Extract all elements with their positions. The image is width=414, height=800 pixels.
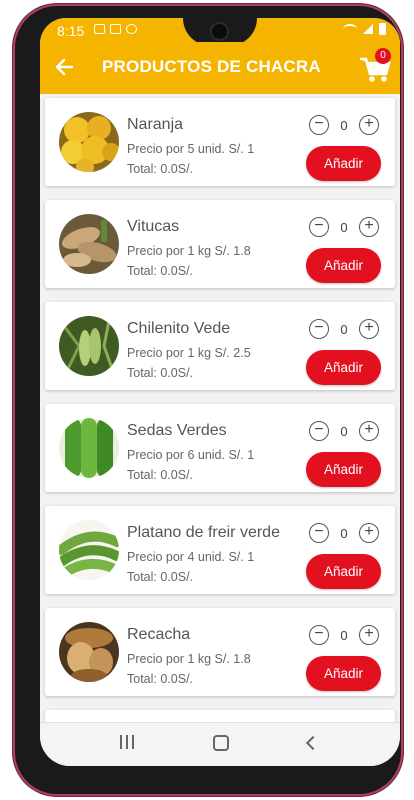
- phone-frame: 8:15 PRODUCTOS DE CHACRA 0 Naranja Preci…: [13, 4, 403, 796]
- system-nav-bar: [40, 722, 400, 766]
- product-price: Precio por 4 unid. S/. 1: [127, 550, 255, 564]
- product-image-zucchini: [59, 418, 119, 478]
- add-to-cart-button[interactable]: Añadir: [306, 554, 381, 589]
- screen-icon: [110, 24, 121, 34]
- product-total: Total: 0.0S/.: [127, 672, 194, 686]
- increase-quantity-button[interactable]: +: [359, 217, 379, 237]
- system-back-icon[interactable]: [305, 735, 321, 751]
- quantity-value: 0: [340, 526, 348, 541]
- product-image-pods: [59, 316, 119, 376]
- recents-icon[interactable]: [120, 735, 138, 751]
- add-to-cart-button[interactable]: Añadir: [306, 656, 381, 691]
- product-card: Recacha Precio por 1 kg S/. 1.8 Total: 0…: [45, 608, 395, 696]
- product-price: Precio por 5 unid. S/. 1: [127, 142, 255, 156]
- decrease-quantity-button[interactable]: −: [309, 217, 329, 237]
- status-time: 8:15: [57, 23, 85, 39]
- add-to-cart-button[interactable]: Añadir: [306, 248, 381, 283]
- increase-quantity-button[interactable]: +: [359, 523, 379, 543]
- product-name: Sedas Verdes: [127, 422, 227, 439]
- signal-icon: [363, 24, 373, 34]
- product-card: Naranja Precio por 5 unid. S/. 1 Total: …: [45, 98, 395, 186]
- product-total: Total: 0.0S/.: [127, 162, 194, 176]
- product-total: Total: 0.0S/.: [127, 264, 194, 278]
- app-bar: PRODUCTOS DE CHACRA 0: [40, 42, 400, 94]
- quantity-value: 0: [340, 424, 348, 439]
- decrease-quantity-button[interactable]: −: [309, 115, 329, 135]
- decrease-quantity-button[interactable]: −: [309, 421, 329, 441]
- product-total: Total: 0.0S/.: [127, 366, 194, 380]
- picture-icon: [94, 24, 105, 34]
- product-name: Naranja: [127, 116, 184, 133]
- quantity-stepper: − 0 +: [309, 319, 379, 341]
- product-image-roots: [59, 214, 119, 274]
- front-camera: [212, 24, 227, 39]
- decrease-quantity-button[interactable]: −: [309, 523, 329, 543]
- add-to-cart-button[interactable]: Añadir: [306, 452, 381, 487]
- product-price: Precio por 1 kg S/. 1.8: [127, 244, 251, 258]
- decrease-quantity-button[interactable]: −: [309, 319, 329, 339]
- increase-quantity-button[interactable]: +: [359, 625, 379, 645]
- quantity-stepper: − 0 +: [309, 523, 379, 545]
- product-name: Recacha: [127, 626, 191, 643]
- product-image-orange: [59, 112, 119, 172]
- add-to-cart-button[interactable]: Añadir: [306, 146, 381, 181]
- product-name: Platano de freir verde: [127, 524, 280, 541]
- product-card: Chilenito Vede Precio por 1 kg S/. 2.5 T…: [45, 302, 395, 390]
- product-price: Precio por 1 kg S/. 2.5: [127, 346, 251, 360]
- product-name: Vitucas: [127, 218, 180, 235]
- quantity-stepper: − 0 +: [309, 115, 379, 137]
- product-total: Total: 0.0S/.: [127, 468, 194, 482]
- wifi-icon: [343, 24, 357, 34]
- app-screen: 8:15 PRODUCTOS DE CHACRA 0 Naranja Preci…: [40, 18, 400, 766]
- quantity-stepper: − 0 +: [309, 217, 379, 239]
- product-price: Precio por 1 kg S/. 1.8: [127, 652, 251, 666]
- product-price: Precio por 6 unid. S/. 1: [127, 448, 255, 462]
- facebook-icon: [126, 24, 137, 34]
- decrease-quantity-button[interactable]: −: [309, 625, 329, 645]
- product-card: Sedas Verdes Precio por 6 unid. S/. 1 To…: [45, 404, 395, 492]
- add-to-cart-button[interactable]: Añadir: [306, 350, 381, 385]
- product-image-tuber: [59, 622, 119, 682]
- page-title: PRODUCTOS DE CHACRA: [102, 57, 321, 76]
- quantity-stepper: − 0 +: [309, 625, 379, 647]
- product-name: Chilenito Vede: [127, 320, 231, 337]
- increase-quantity-button[interactable]: +: [359, 421, 379, 441]
- quantity-value: 0: [340, 118, 348, 133]
- product-total: Total: 0.0S/.: [127, 570, 194, 584]
- status-right-icons: [343, 23, 386, 35]
- battery-icon: [379, 23, 386, 35]
- increase-quantity-button[interactable]: +: [359, 115, 379, 135]
- back-arrow-icon[interactable]: [52, 54, 78, 80]
- increase-quantity-button[interactable]: +: [359, 319, 379, 339]
- quantity-value: 0: [340, 628, 348, 643]
- product-card: Platano de freir verde Precio por 4 unid…: [45, 506, 395, 594]
- quantity-value: 0: [340, 322, 348, 337]
- quantity-value: 0: [340, 220, 348, 235]
- product-card: Vitucas Precio por 1 kg S/. 1.8 Total: 0…: [45, 200, 395, 288]
- cart-count-badge: 0: [375, 48, 391, 64]
- home-icon[interactable]: [213, 735, 229, 751]
- quantity-stepper: − 0 +: [309, 421, 379, 443]
- status-icons: [94, 24, 137, 34]
- product-image-plantain: [59, 520, 119, 580]
